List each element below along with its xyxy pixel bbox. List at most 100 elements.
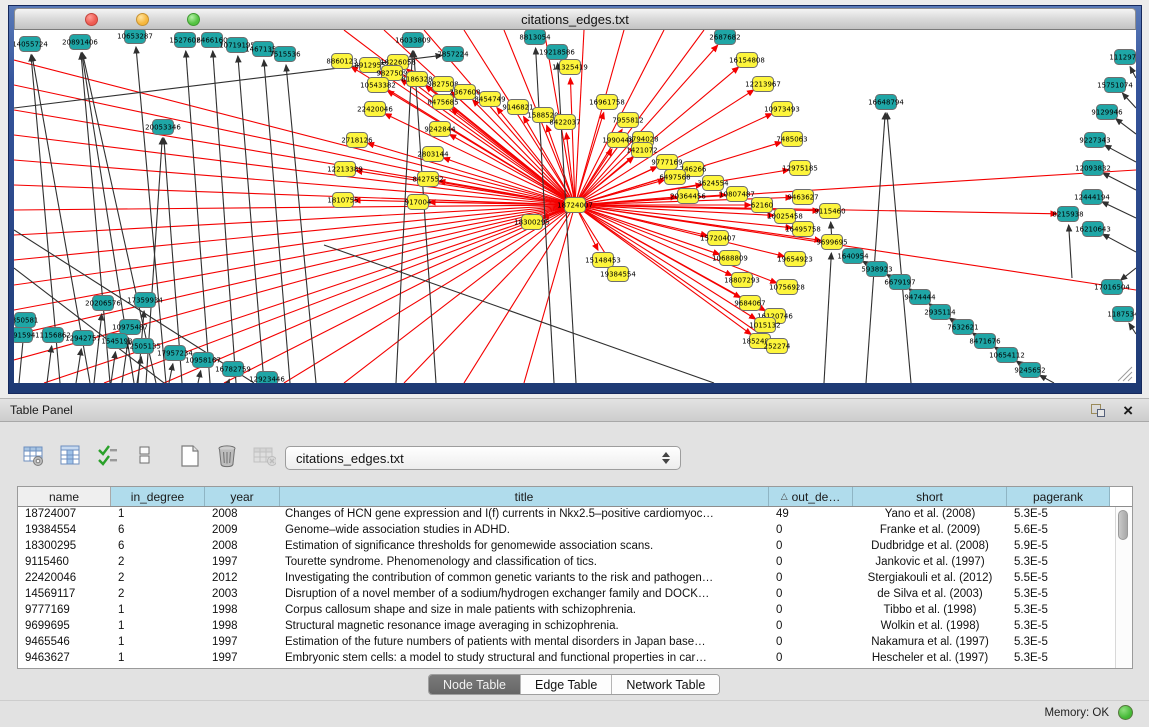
table-cell[interactable]: 0 (769, 619, 853, 635)
network-edge-black[interactable] (1130, 67, 1136, 78)
table-cell[interactable]: 5.6E-5 (1007, 523, 1110, 539)
network-node[interactable]: 850581 (14, 313, 38, 328)
network-node[interactable]: 1640954 (837, 249, 869, 264)
network-edge-red[interactable] (14, 160, 575, 205)
table-cell[interactable]: 0 (769, 555, 853, 571)
table-cell[interactable]: 0 (769, 523, 853, 539)
table-cell[interactable]: 1998 (205, 603, 280, 619)
memory-status-indicator[interactable] (1118, 705, 1133, 720)
network-edge-black[interactable] (824, 253, 831, 383)
table-cell[interactable]: 5.3E-5 (1007, 619, 1110, 635)
table-row[interactable]: 969969511998Structural magnetic resonanc… (18, 619, 1116, 635)
table-row[interactable]: 2242004622012Investigating the contribut… (18, 571, 1116, 587)
network-edge-black[interactable] (1122, 93, 1136, 108)
table-cell[interactable]: Corpus callosum shape and size in male p… (280, 603, 769, 619)
network-edge-black[interactable] (1116, 119, 1136, 134)
table-cell[interactable]: 19384554 (18, 523, 111, 539)
table-cell[interactable]: 5.3E-5 (1007, 635, 1110, 651)
table-cell[interactable]: 2012 (205, 571, 280, 587)
table-cell[interactable]: 2008 (205, 539, 280, 555)
table-cell[interactable]: 2008 (205, 507, 280, 523)
delete-table-icon[interactable] (252, 444, 276, 468)
table-cell[interactable]: 1 (111, 619, 205, 635)
table-cell[interactable]: Wolkin et al. (1998) (853, 619, 1007, 635)
vertical-scrollbar[interactable] (1115, 507, 1132, 668)
table-cell[interactable]: Embryonic stem cells: a model to study s… (280, 651, 769, 667)
table-cell[interactable]: Nakamura et al. (1997) (853, 635, 1007, 651)
table-cell[interactable]: 9465546 (18, 635, 111, 651)
table-cell[interactable]: 1998 (205, 619, 280, 635)
network-node[interactable]: 19218586 (539, 45, 575, 60)
table-row[interactable]: 1456911722003Disruption of a novel membe… (18, 587, 1116, 603)
show-columns-icon[interactable] (59, 444, 83, 468)
network-edge-black[interactable] (111, 352, 115, 383)
table-row[interactable]: 1938455462009Genome–wide association stu… (18, 523, 1116, 539)
network-node[interactable]: 1112973 (1109, 50, 1136, 65)
network-node[interactable]: 5938923 (861, 262, 892, 277)
table-cell[interactable]: Yano et al. (2008) (853, 507, 1007, 523)
table-cell[interactable]: 2 (111, 587, 205, 603)
table-cell[interactable]: Estimation of the future numbers of pati… (280, 635, 769, 651)
network-edge-black[interactable] (1129, 323, 1136, 334)
network-node[interactable]: 1810755 (327, 193, 358, 208)
network-node[interactable]: 17016504 (1094, 280, 1130, 295)
network-node[interactable]: 15751074 (1097, 78, 1133, 93)
table-cell[interactable]: Structural magnetic resonance image aver… (280, 619, 769, 635)
network-node[interactable]: 7632621 (947, 320, 978, 335)
network-edge-black[interactable] (238, 56, 264, 383)
table-cell[interactable]: 1 (111, 603, 205, 619)
network-node[interactable]: 16648794 (868, 95, 904, 110)
table-cell[interactable]: de Silva et al. (2003) (853, 587, 1007, 603)
network-edge-black[interactable] (94, 314, 102, 383)
table-cell[interactable]: 9699695 (18, 619, 111, 635)
table-cell[interactable]: Hescheler et al. (1997) (853, 651, 1007, 667)
network-edge-black[interactable] (1040, 375, 1054, 383)
network-edge-black[interactable] (1121, 268, 1136, 280)
network-node[interactable]: 9115460 (814, 204, 845, 219)
table-cell[interactable]: 1997 (205, 651, 280, 667)
network-edge-black[interactable] (286, 65, 316, 383)
network-node[interactable]: 12444194 (1074, 190, 1110, 205)
network-edge-black[interactable] (1103, 173, 1136, 190)
network-node[interactable]: 9245652 (1014, 363, 1045, 378)
network-node[interactable]: 391594 (14, 328, 36, 343)
table-row[interactable]: 946554611997Estimation of the future num… (18, 635, 1116, 651)
table-cell[interactable]: 1 (111, 635, 205, 651)
network-node[interactable]: 917004 (405, 195, 432, 210)
table-cell[interactable]: 6 (111, 539, 205, 555)
column-header-name[interactable]: name (18, 487, 111, 506)
table-cell[interactable]: Tibbo et al. (1998) (853, 603, 1007, 619)
table-cell[interactable]: 5.3E-5 (1007, 651, 1110, 667)
network-edge-black[interactable] (47, 346, 52, 383)
network-node[interactable]: 10653287 (117, 30, 153, 44)
table-cell[interactable]: 1997 (205, 555, 280, 571)
network-node[interactable]: 9699695 (816, 235, 847, 250)
network-edge-black[interactable] (866, 113, 885, 383)
table-cell[interactable]: Disruption of a novel member of a sodium… (280, 587, 769, 603)
table-row[interactable]: 1872400712008Changes of HCN gene express… (18, 507, 1116, 523)
network-node[interactable]: 9474444 (904, 290, 936, 305)
network-edge-black[interactable] (558, 63, 576, 383)
table-cell[interactable]: Stergiakouli et al. (2012) (853, 571, 1007, 587)
network-node[interactable]: 3624554 (697, 176, 729, 191)
network-node[interactable]: 2687682 (709, 30, 740, 45)
network-node[interactable]: 14055724 (14, 37, 48, 52)
network-node[interactable]: 16961758 (589, 95, 625, 110)
table-cell[interactable]: 5.3E-5 (1007, 603, 1110, 619)
network-node[interactable]: 12923446 (249, 372, 285, 384)
table-cell[interactable]: Franke et al. (2009) (853, 523, 1007, 539)
table-cell[interactable]: 9115460 (18, 555, 111, 571)
table-cell[interactable]: 5.3E-5 (1007, 555, 1110, 571)
table-cell[interactable]: Jankovic et al. (1997) (853, 555, 1007, 571)
network-node[interactable]: 15148453 (585, 253, 621, 268)
network-edge-red[interactable] (14, 60, 575, 205)
table-cell[interactable]: 1 (111, 507, 205, 523)
network-edge-black[interactable] (76, 349, 81, 383)
table-cell[interactable]: 0 (769, 603, 853, 619)
table-row[interactable]: 946362711997Embryonic stem cells: a mode… (18, 651, 1116, 667)
network-window-titlebar[interactable]: citations_edges.txt (14, 8, 1136, 30)
network-edge-black[interactable] (324, 245, 714, 383)
network-node[interactable]: 20053346 (145, 120, 181, 135)
column-header-in_degree[interactable]: in_degree (111, 487, 205, 506)
table-cell[interactable]: 2009 (205, 523, 280, 539)
